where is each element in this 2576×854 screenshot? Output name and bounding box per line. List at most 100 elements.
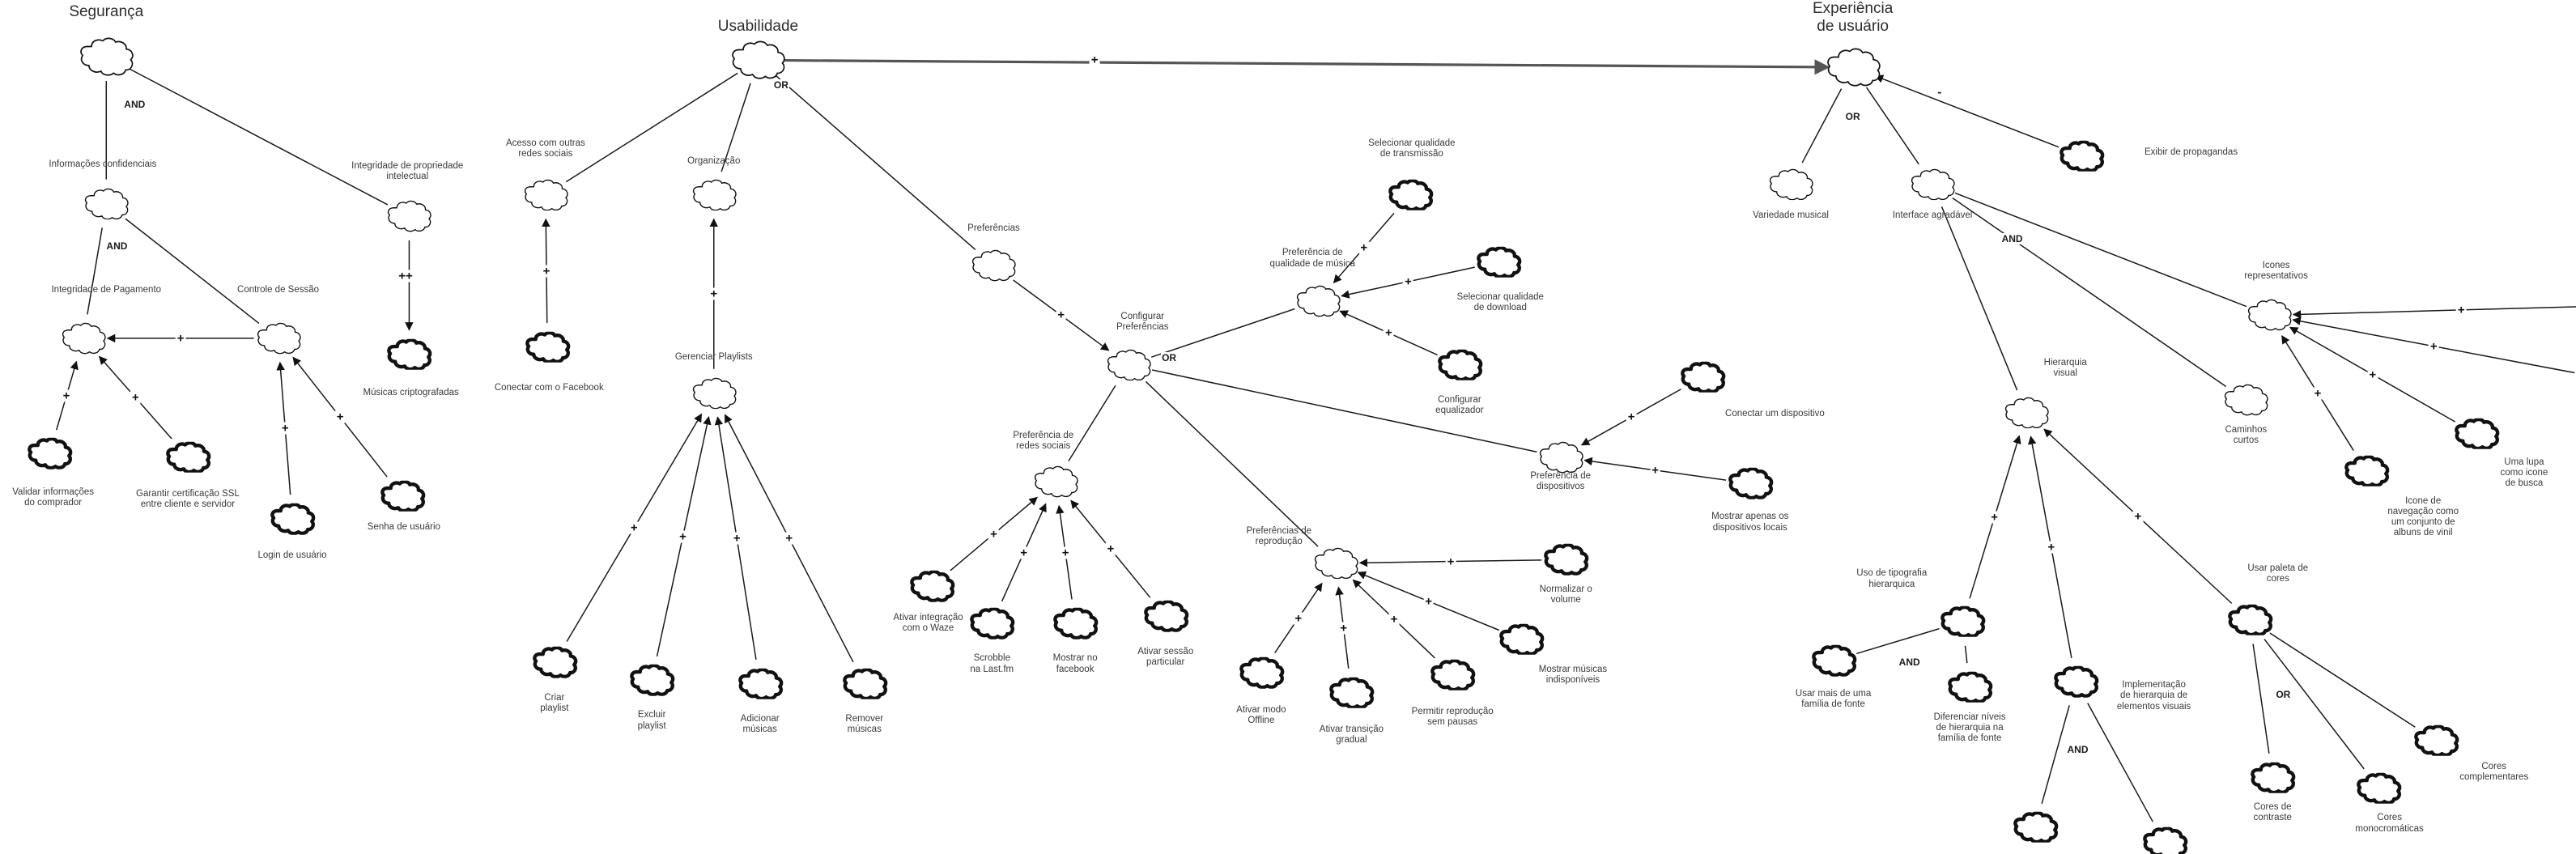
node-senha_usuario[interactable] [377,480,427,512]
edge-label-excluir_playlist-gerenciar_playlists: + [678,529,688,544]
node-pref_dispositivos[interactable] [1535,441,1587,474]
node-ativar_waze[interactable] [907,571,957,602]
edge-experiencia-to-interface_agradavel [1865,87,1919,165]
edge-label-configurar_eq-pref_qualidade: + [1384,325,1394,340]
edge-label-senha_usuario-controle_sessao: + [334,410,346,424]
node-sel_qual_transm[interactable] [1385,179,1435,210]
edge-label-uso_tipografia-usar_mais_familia: AND [1898,656,1921,669]
node-permitir_reproducao[interactable] [1427,659,1477,690]
node-mostrar_fb[interactable] [1050,607,1100,639]
edge-label-usabilidade-experiencia: + [1089,53,1100,67]
node-impl_hierarquia[interactable] [2051,666,2101,698]
node-ativar_transicao[interactable] [1326,677,1376,708]
node-excluir_playlist[interactable] [627,664,677,696]
edge-label-mostrar_locais-pref_dispositivos: + [1650,463,1661,478]
edge-label-usabilidade-acesso_redes: OR [772,79,789,91]
edge-uso_tipografia-to-diferenciar_niveis [1964,645,1968,664]
node-seguranca[interactable] [74,37,138,76]
node-remover_musicas[interactable] [840,668,890,699]
edge-label-scrobble_lastfm-pref_redes: + [1018,546,1030,560]
edge-label-uso_tipografia-hierarquia_visual: + [1989,510,2000,525]
node-posicionar_niveis[interactable] [2010,811,2060,843]
node-pref_reproducao[interactable] [1310,547,1362,580]
node-pref_redes[interactable] [1030,465,1082,498]
node-integridade_pag[interactable] [57,322,109,355]
edge-usabilidade-to-acesso_redes [565,72,738,183]
node-musicas_cripto[interactable] [384,338,434,370]
node-cores_contraste[interactable] [2247,762,2298,793]
node-info_conf[interactable] [80,188,132,220]
node-pref_qualidade[interactable] [1292,285,1344,317]
node-variedade_musical[interactable] [1765,168,1817,201]
edge-exibir_propagandas-to-experiencia [1874,74,2060,148]
node-organizacao[interactable] [688,179,740,211]
edge-seguranca-to-integridade_pi [127,67,389,206]
node-mostrar_indisp[interactable] [1496,623,1546,656]
edge-label-controle_sessao-integridade_pag: + [175,331,186,346]
edge-label-conectar_disp-pref_dispositivos: + [1626,410,1637,424]
node-cores_complementares[interactable] [2411,724,2461,756]
edge-usabilidade-to-preferencias [776,75,976,251]
node-integridade_pi[interactable] [383,200,435,232]
edge-info_conf-to-controle_sessao [125,218,260,324]
edge-interface_agradavel-to-icones_repr [1954,192,2247,308]
node-garantir_ssl[interactable] [163,441,213,473]
node-scrobble_lastfm[interactable] [967,607,1017,639]
node-diferenciar_niveis[interactable] [1945,671,1995,703]
node-conectar_disp[interactable] [1677,361,1728,393]
edge-configurar_pref-to-pref_reproducao [1145,380,1319,547]
node-experiencia[interactable] [1821,48,1885,87]
edge-label-impl_hierarquia-posicionar_niveis: AND [2066,743,2089,755]
node-hierarquia_visual[interactable] [2000,397,2052,429]
node-conectar_fb[interactable] [522,331,572,363]
node-configurar_eq[interactable] [1435,349,1485,380]
node-interface_agradavel[interactable] [1906,168,1958,201]
node-controle_sessao[interactable] [253,322,304,355]
edge-label-lupa_busca-icones_repr: + [2367,368,2378,382]
edge-interface_agradavel-to-caminhos_curtos [1952,197,2227,388]
edge-label-icone_navegacao-icones_repr: + [2312,386,2323,401]
node-ativar_sessao[interactable] [1141,601,1191,632]
edge-label-sel_qual_down-pref_qualidade: + [1403,274,1413,289]
edge-prateleira_discos-to-icones_repr [2292,306,2576,319]
edge-label-experiencia-variedade_musical: OR [1844,111,1861,123]
edge-experiencia-to-variedade_musical [1801,88,1843,164]
edge-usar_paleta-to-cores_contraste [2252,644,2270,754]
node-ativar_offline[interactable] [1236,657,1286,689]
node-lupa_busca[interactable] [2451,418,2502,450]
node-usar_paleta[interactable] [2225,604,2275,636]
node-gerenciar_playlists[interactable] [688,377,740,410]
node-preferencias[interactable] [967,249,1019,282]
edge-label-criar_playlist-gerenciar_playlists: + [628,520,640,535]
edge-label-usar_paleta-cores_contraste: OR [2275,688,2292,700]
edge-label-usar_paleta-hierarquia_visual: + [2132,509,2144,524]
edge-configurar_pref-to-pref_dispositivos [1151,369,1537,452]
node-posicionar_ordem[interactable] [2140,827,2190,854]
node-usabilidade[interactable] [726,40,789,79]
node-icones_repr[interactable] [2243,300,2295,332]
node-acesso_redes[interactable] [520,179,572,211]
edge-label-login_usuario-controle_sessao: + [279,421,291,435]
node-login_usuario[interactable] [267,503,317,535]
node-cores_monocromaticas[interactable] [2353,772,2404,804]
node-validar_info[interactable] [24,437,74,469]
node-mostrar_locais[interactable] [1725,468,1775,499]
node-uso_tipografia[interactable] [1937,605,1987,638]
edge-layer [55,58,2576,822]
node-caminhos_curtos[interactable] [2220,385,2272,417]
edge-label-remover_musicas-gerenciar_playlists: + [784,531,795,546]
node-criar_playlist[interactable] [529,647,580,678]
node-adicionar_musicas[interactable] [735,668,785,699]
edge-label-garantir_ssl-integridade_pag: + [130,390,141,405]
node-exibir_propagandas[interactable] [2056,140,2106,172]
edge-usabilidade-to-organizacao [721,83,751,172]
edge-label-adicionar_musicas-gerenciar_playlists: + [731,531,742,546]
node-normalizar_volume[interactable] [1541,544,1591,576]
node-sel_qual_down[interactable] [1473,246,1524,278]
edge-label-prateleira_discos-icones_repr: + [2455,303,2467,317]
node-icone_navegacao[interactable] [2341,455,2391,487]
node-configurar_pref[interactable] [1103,349,1154,381]
edge-label-permitir_reproducao-pref_reproducao: + [1388,612,1400,627]
node-usar_mais_familia[interactable] [1809,644,1859,677]
edge-impl_hierarquia-to-posicionar_niveis [2041,705,2070,805]
